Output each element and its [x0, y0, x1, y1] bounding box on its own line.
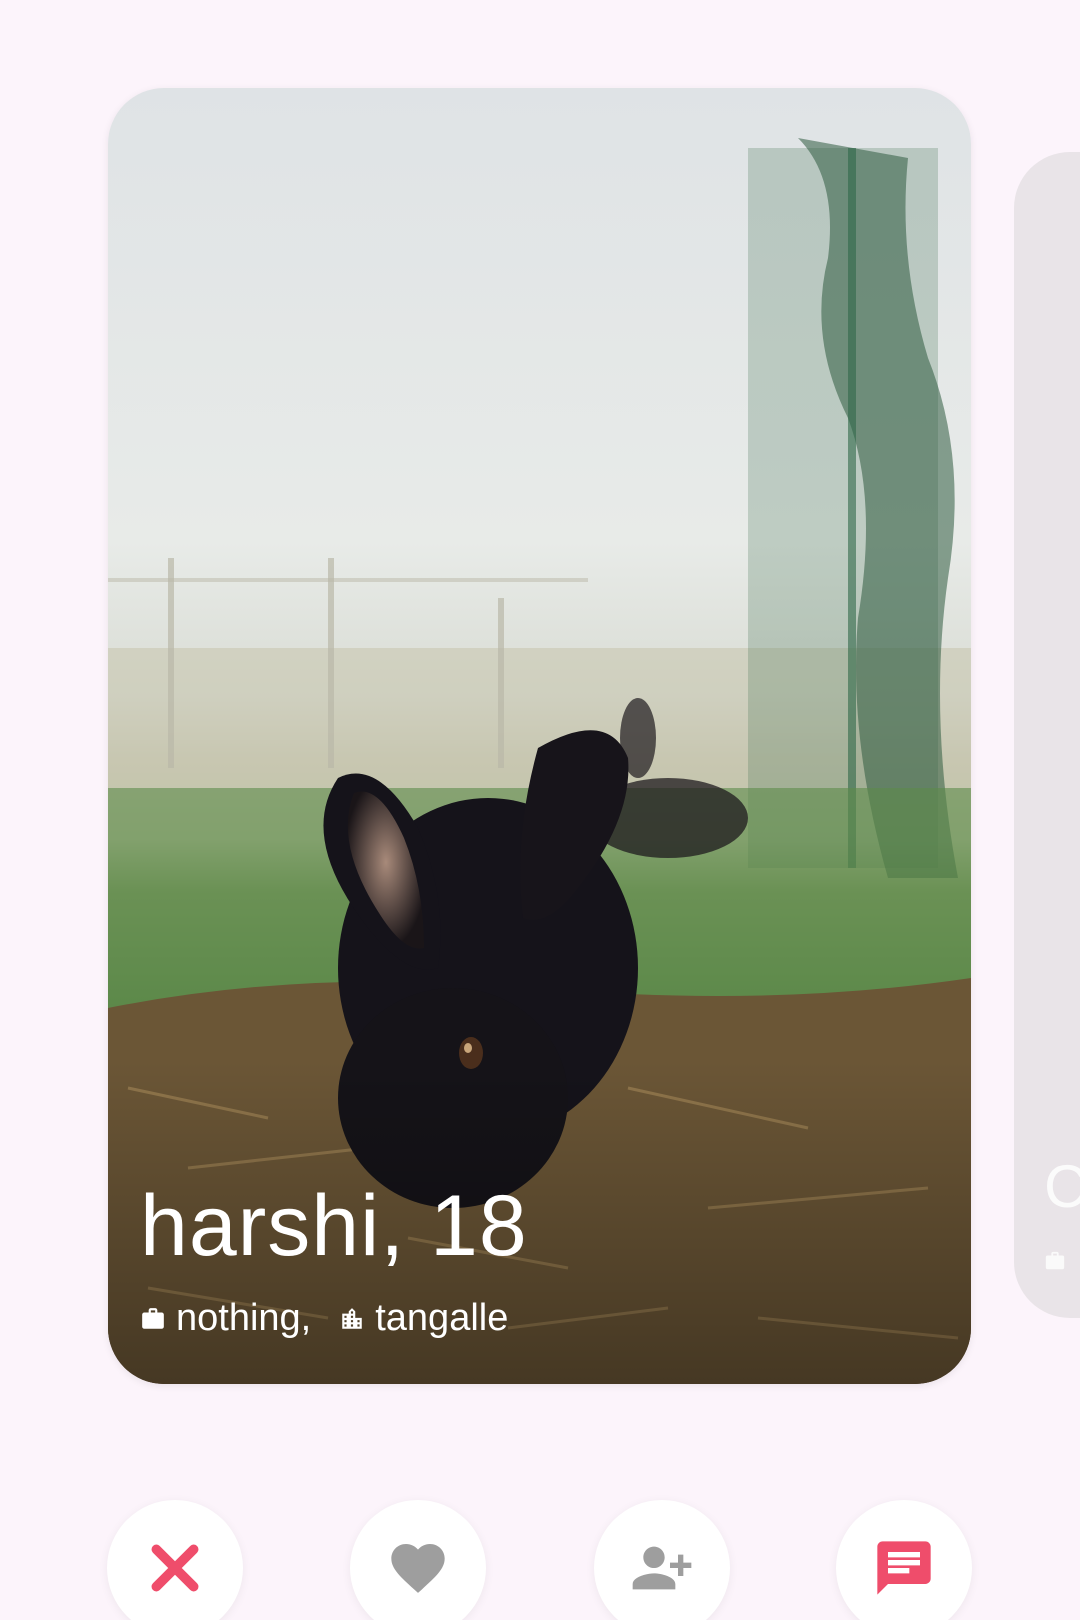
briefcase-icon [142, 1307, 164, 1329]
profile-meta: nothing, tangalle [140, 1297, 528, 1340]
profile-card[interactable]: harshi, 18 nothing, tangalle [108, 88, 971, 1384]
like-button[interactable] [350, 1500, 486, 1620]
briefcase-icon [1045, 1251, 1065, 1270]
app-screen: C harshi, 18 nothing, tangalle [0, 0, 1080, 1620]
pass-button[interactable] [107, 1500, 243, 1620]
heart-icon [391, 1544, 445, 1593]
profile-location: tangalle [375, 1297, 509, 1339]
next-profile-card[interactable]: C [1014, 152, 1080, 1318]
add-friend-button[interactable] [594, 1500, 730, 1620]
city-icon [342, 1307, 362, 1329]
profile-name-age: harshi, 18 [140, 1178, 528, 1274]
profile-occupation: nothing, [176, 1297, 312, 1339]
profile-info: harshi, 18 nothing, tangalle [140, 1183, 528, 1340]
chat-icon [877, 1541, 931, 1595]
close-icon [151, 1544, 199, 1592]
message-button[interactable] [836, 1500, 972, 1620]
action-bar [0, 1500, 1080, 1620]
next-card-name: C [1044, 1153, 1080, 1220]
person-add-icon [632, 1546, 692, 1590]
